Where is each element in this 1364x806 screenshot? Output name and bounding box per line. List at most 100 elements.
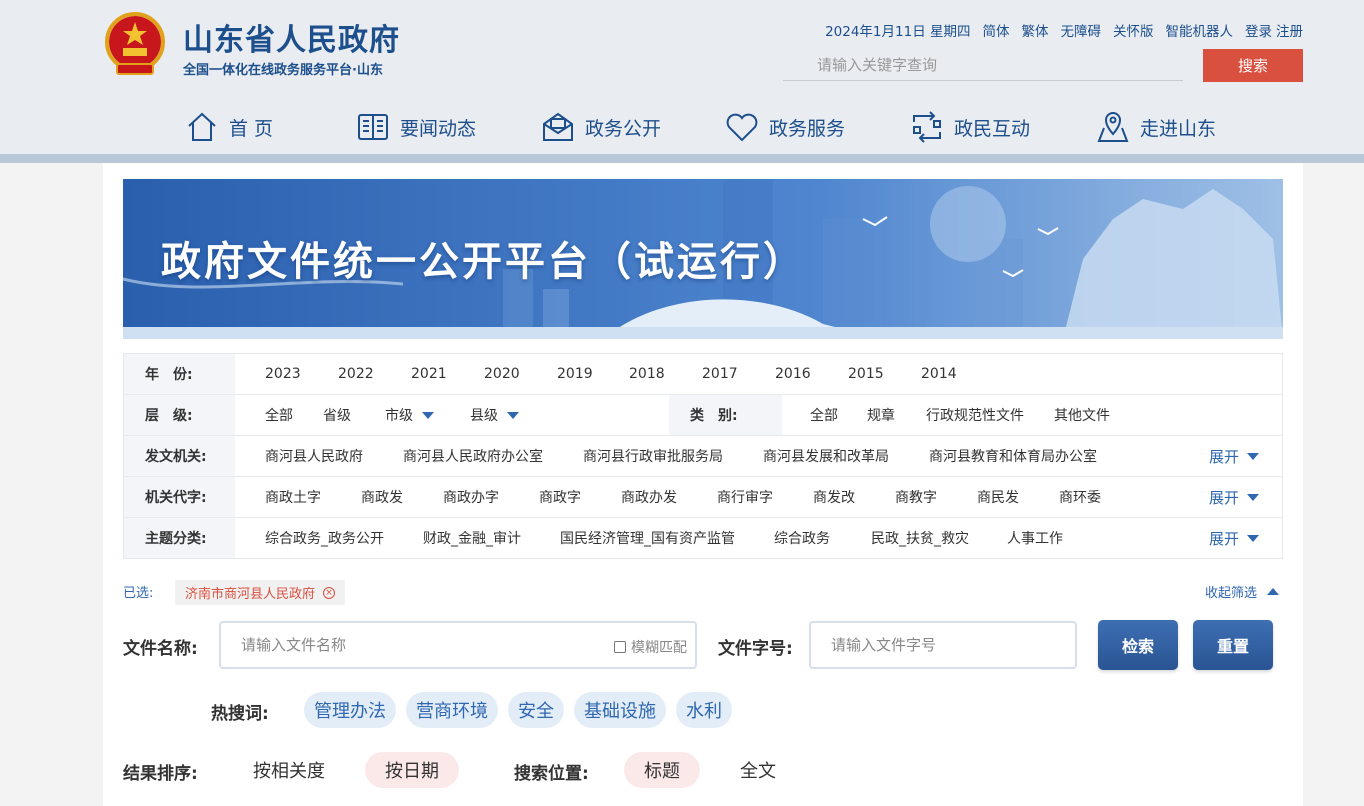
level-option-county[interactable]: 县级 (470, 395, 519, 435)
year-option[interactable]: 2019 (557, 354, 593, 394)
position-label: 搜索位置: (514, 764, 589, 784)
national-emblem-icon[interactable] (103, 12, 167, 78)
code-option[interactable]: 商发改 (813, 477, 855, 517)
code-option[interactable]: 商政发 (361, 477, 403, 517)
year-option[interactable]: 2015 (848, 354, 884, 394)
sort-date-option[interactable]: 按日期 (365, 752, 459, 788)
year-option[interactable]: 2017 (702, 354, 738, 394)
issuer-option[interactable]: 商河县教育和体育局办公室 (929, 436, 1097, 476)
site-search-button[interactable]: 搜索 (1203, 49, 1303, 82)
issuer-option[interactable]: 商河县行政审批服务局 (583, 436, 723, 476)
sort-relevance-option[interactable]: 按相关度 (233, 752, 345, 788)
nav-interaction[interactable]: 政民互动 (910, 107, 1030, 147)
link-care-mode[interactable]: 关怀版 (1113, 20, 1154, 40)
year-option[interactable]: 2014 (921, 354, 957, 394)
topic-expand-button[interactable]: 展开 (1209, 518, 1259, 558)
search-button[interactable]: 检索 (1098, 620, 1178, 670)
chevron-up-icon (1267, 588, 1280, 595)
hot-word-tag[interactable]: 管理办法 (304, 692, 396, 728)
level-option-all[interactable]: 全部 (265, 395, 293, 435)
platform-banner: 政府文件统一公开平台（试运行） (123, 179, 1283, 339)
level-option-province[interactable]: 省级 (323, 395, 351, 435)
year-option[interactable]: 2016 (775, 354, 811, 394)
code-option[interactable]: 商政办发 (621, 477, 677, 517)
issuer-option[interactable]: 商河县发展和改革局 (763, 436, 889, 476)
close-icon[interactable]: × (323, 586, 336, 599)
newspaper-icon (358, 114, 388, 140)
filter-panel: 年 份: 2023 2022 2021 2020 2019 2018 2017 … (123, 353, 1283, 559)
code-option[interactable]: 商政办字 (443, 477, 499, 517)
fuzzy-match-toggle[interactable]: 模糊匹配 (614, 637, 687, 657)
chevron-down-icon (507, 411, 519, 419)
hot-word-tag[interactable]: 安全 (508, 692, 564, 728)
nav-news[interactable]: 要闻动态 (356, 107, 476, 147)
filter-label-level: 层 级: (124, 395, 235, 435)
nav-services[interactable]: 政务服务 (725, 107, 845, 147)
site-subtitle: 全国一体化在线政务服务平台·山东 (183, 63, 383, 78)
year-option[interactable]: 2022 (338, 354, 374, 394)
collapse-filter-button[interactable]: 收起筛选 (1205, 582, 1280, 601)
filter-row-year: 年 份: 2023 2022 2021 2020 2019 2018 2017 … (124, 354, 1282, 395)
site-search-input[interactable] (783, 50, 1183, 80)
filter-row-code: 机关代字: 商政土字 商政发 商政办字 商政字 商政办发 商行审字 商发改 商教… (124, 477, 1282, 518)
hot-word-tag[interactable]: 水利 (676, 692, 732, 728)
exchange-icon (913, 111, 941, 143)
position-title-option[interactable]: 标题 (624, 752, 700, 788)
filter-label-category: 类 别: (669, 395, 782, 435)
position-fulltext-option[interactable]: 全文 (720, 752, 796, 788)
home-icon (188, 112, 216, 141)
filter-label-year: 年 份: (124, 354, 235, 394)
category-option-other[interactable]: 其他文件 (1054, 395, 1110, 435)
hot-word-tag[interactable]: 营商环境 (406, 692, 498, 728)
year-option[interactable]: 2021 (411, 354, 447, 394)
topic-option[interactable]: 人事工作 (1007, 518, 1063, 558)
filter-row-issuer: 发文机关: 商河县人民政府 商河县人民政府办公室 商河县行政审批服务局 商河县发… (124, 436, 1282, 477)
file-code-input[interactable] (811, 623, 1075, 667)
header-divider (0, 154, 1364, 163)
code-option[interactable]: 商环委 (1059, 477, 1101, 517)
category-option-normative[interactable]: 行政规范性文件 (926, 395, 1024, 435)
selected-chip[interactable]: 济南市商河县人民政府 × (175, 580, 346, 605)
nav-affairs[interactable]: 政务公开 (541, 107, 661, 147)
topic-option[interactable]: 综合政务 (774, 518, 830, 558)
code-option[interactable]: 商民发 (977, 477, 1019, 517)
link-login[interactable]: 登录 (1245, 20, 1272, 40)
topic-option[interactable]: 财政_金融_审计 (423, 518, 521, 558)
topic-option[interactable]: 国民经济管理_国有资产监管 (560, 518, 735, 558)
link-traditional[interactable]: 繁体 (1022, 20, 1049, 40)
site-title[interactable]: 山东省人民政府 (183, 15, 400, 59)
year-option[interactable]: 2020 (484, 354, 520, 394)
code-option[interactable]: 商教字 (895, 477, 937, 517)
link-accessibility[interactable]: 无障碍 (1061, 20, 1102, 40)
chevron-down-icon (1247, 493, 1259, 501)
link-robot[interactable]: 智能机器人 (1166, 20, 1234, 40)
link-register[interactable]: 注册 (1276, 20, 1303, 40)
topic-option[interactable]: 综合政务_政务公开 (265, 518, 384, 558)
level-option-city[interactable]: 市级 (385, 395, 434, 435)
issuer-option[interactable]: 商河县人民政府 (265, 436, 363, 476)
topic-option[interactable]: 民政_扶贫_救灾 (871, 518, 969, 558)
year-option[interactable]: 2023 (265, 354, 301, 394)
issuer-expand-button[interactable]: 展开 (1209, 436, 1259, 476)
mail-icon (543, 112, 573, 141)
category-option-rules[interactable]: 规章 (867, 395, 895, 435)
reset-button[interactable]: 重置 (1193, 620, 1273, 670)
site-search (783, 50, 1183, 81)
nav-home[interactable]: 首 页 (185, 107, 273, 147)
category-option-all[interactable]: 全部 (810, 395, 838, 435)
banner-title: 政府文件统一公开平台（试运行） (161, 239, 806, 285)
nav-label: 政务服务 (769, 117, 846, 140)
code-option[interactable]: 商行审字 (717, 477, 773, 517)
checkbox-icon[interactable] (614, 641, 626, 653)
utility-bar: 2024年1月11日 星期四 简体 繁体 无障碍 关怀版 智能机器人 登录 注册 (825, 20, 1303, 40)
code-option[interactable]: 商政字 (539, 477, 581, 517)
code-option[interactable]: 商政土字 (265, 477, 321, 517)
issuer-option[interactable]: 商河县人民政府办公室 (403, 436, 543, 476)
year-option[interactable]: 2018 (629, 354, 665, 394)
chip-label: 济南市商河县人民政府 (185, 587, 316, 602)
code-expand-button[interactable]: 展开 (1209, 477, 1259, 517)
hot-word-tag[interactable]: 基础设施 (574, 692, 666, 728)
link-simplified[interactable]: 简体 (983, 20, 1010, 40)
chevron-down-icon (1247, 534, 1259, 542)
nav-shandong[interactable]: 走进山东 (1096, 107, 1216, 147)
